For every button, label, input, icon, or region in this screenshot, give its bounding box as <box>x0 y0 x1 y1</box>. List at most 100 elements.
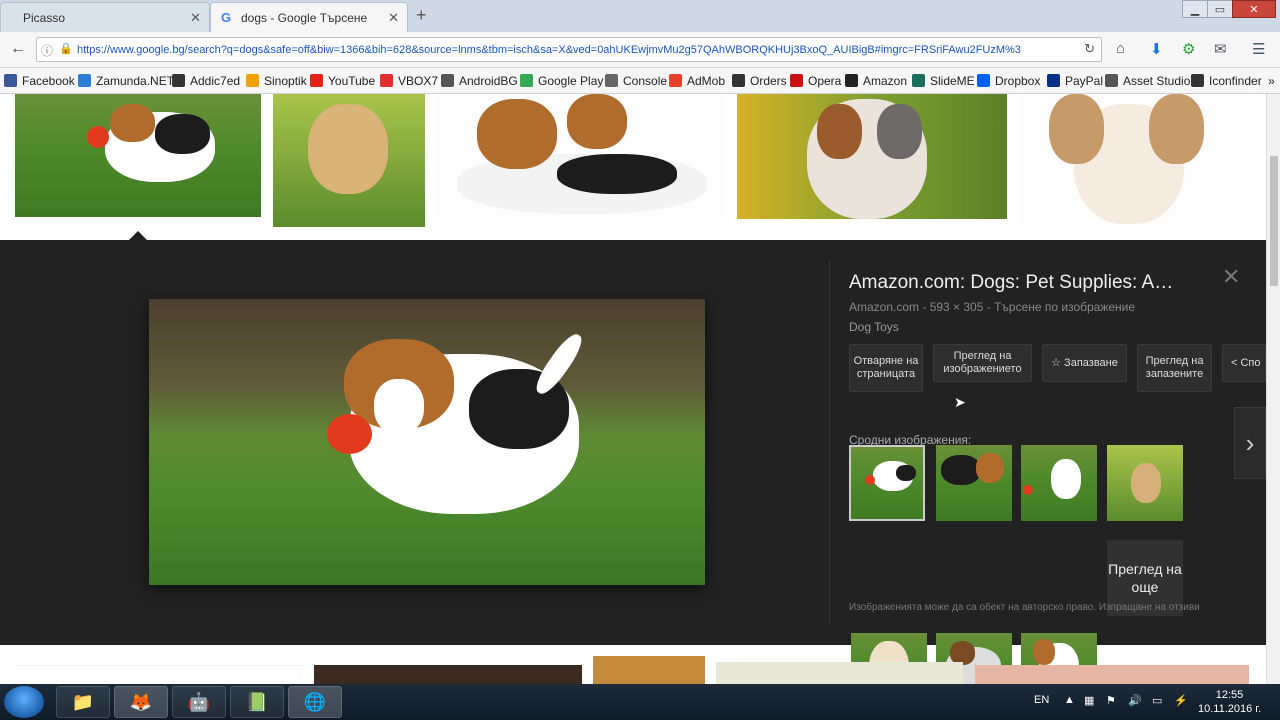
bookmark-9[interactable]: AdMob <box>669 74 725 88</box>
bookmark-label: Facebook <box>22 74 75 88</box>
result-thumbnail[interactable] <box>273 94 425 227</box>
url-input[interactable] <box>77 41 1077 59</box>
bookmark-label: SlideME <box>930 74 975 88</box>
result-thumbnail[interactable] <box>975 665 1249 684</box>
download-icon[interactable]: ⬇ <box>1150 40 1163 58</box>
close-tab-icon[interactable]: ✕ <box>388 10 399 26</box>
bookmark-label: Google Play <box>538 74 604 88</box>
view-saved-button[interactable]: Преглед на запазените <box>1137 344 1212 392</box>
result-thumbnail[interactable] <box>593 656 705 684</box>
result-thumbnail[interactable] <box>15 94 261 217</box>
bookmark-label: AdMob <box>687 74 726 88</box>
notes-app-icon[interactable]: 📗 <box>230 686 284 718</box>
result-thumbnail[interactable] <box>1019 94 1250 227</box>
bookmarks-bar: Facebook Zamunda.NET Addic7ed Sinoptik YouTu… <box>0 68 1280 94</box>
bookmark-label: Opera <box>808 74 842 88</box>
panel-divider <box>829 260 830 625</box>
bookmark-17[interactable]: Iconfinder <box>1191 74 1262 88</box>
warning-lock-icon[interactable]: 🔒 <box>59 42 73 55</box>
bookmark-favicon-icon <box>310 74 323 87</box>
similar-image-thumbnail[interactable] <box>1107 445 1183 521</box>
page-scrollbar[interactable] <box>1266 94 1280 684</box>
bookmark-4[interactable]: YouTube <box>310 74 375 88</box>
bookmark-label: Addic7ed <box>190 74 241 88</box>
view-image-button[interactable]: Преглед на изображението <box>933 344 1032 382</box>
back-icon[interactable]: ← <box>10 40 26 58</box>
show-hidden-icons-icon[interactable]: ▲ <box>1064 694 1075 706</box>
minimize-button[interactable]: ▁ <box>1182 0 1208 18</box>
system-clock[interactable]: 12:55 10.11.2016 г. <box>1198 688 1261 716</box>
chrome-icon[interactable]: 🌐 <box>288 686 342 718</box>
close-tab-icon[interactable]: ✕ <box>190 10 201 26</box>
bookmark-favicon-icon <box>732 74 745 87</box>
flag-icon[interactable]: ⚑ <box>1106 694 1116 707</box>
bookmark-7[interactable]: Google Play <box>520 74 603 88</box>
display-icon[interactable]: ▭ <box>1152 694 1162 707</box>
bookmark-label: Dropbox <box>995 74 1041 88</box>
preview-image[interactable] <box>149 299 705 585</box>
image-preview-panel: ✕ Amazon.com: Dogs: Pet Supplies: A… Ama… <box>0 231 1266 684</box>
bookmark-favicon-icon <box>669 74 682 87</box>
address-bar[interactable]: ⓘ 🔒 ↻ <box>36 37 1102 62</box>
home-icon[interactable]: ⌂ <box>1116 40 1125 57</box>
image-category[interactable]: Dog Toys <box>849 320 899 334</box>
save-button[interactable]: ☆ Запазване <box>1042 344 1127 382</box>
bookmark-16[interactable]: Asset Studio <box>1105 74 1190 88</box>
tab-title: Picasso <box>23 10 66 25</box>
result-thumbnail[interactable] <box>314 665 582 684</box>
result-thumbnail[interactable] <box>716 662 963 684</box>
bookmark-1[interactable]: Zamunda.NET <box>78 74 174 88</box>
new-tab-icon[interactable]: + <box>416 5 427 26</box>
bookmark-15[interactable]: PayPal <box>1047 74 1103 88</box>
result-thumbnail[interactable] <box>437 94 725 220</box>
bookmark-5[interactable]: VBOX7 <box>380 74 438 88</box>
image-title-link[interactable]: Amazon.com: Dogs: Pet Supplies: A… <box>849 272 1209 294</box>
feedback-link[interactable]: Изображенията може да са обект на авторс… <box>849 602 1219 613</box>
bookmark-13[interactable]: SlideME <box>912 74 975 88</box>
bookmark-3[interactable]: Sinoptik <box>246 74 307 88</box>
result-thumbnail[interactable] <box>737 94 1007 219</box>
tab-google-search[interactable]: G dogs - Google Търсене ✕ <box>210 2 408 32</box>
power-icon[interactable]: ⚡ <box>1174 694 1188 707</box>
maximize-button[interactable]: ▭ <box>1207 0 1233 18</box>
similar-image-thumbnail[interactable] <box>936 445 1012 521</box>
similar-image-thumbnail[interactable] <box>1021 445 1097 521</box>
language-indicator[interactable]: EN <box>1034 694 1049 706</box>
tab-picasso[interactable]: Picasso ✕ <box>0 2 210 32</box>
menu-icon[interactable]: ☰ <box>1252 40 1265 58</box>
close-icon[interactable]: ✕ <box>1222 264 1240 290</box>
similar-image-thumbnail[interactable] <box>849 445 925 521</box>
bookmark-2[interactable]: Addic7ed <box>172 74 240 88</box>
bookmark-18[interactable]: » <box>1268 74 1275 88</box>
windows-taskbar: 📁 🦊 🤖 📗 🌐 EN ▲ ▦ ⚑ 🔊 ▭ ⚡ 12:55 10.11.201… <box>0 684 1280 720</box>
clock-time: 12:55 <box>1215 689 1244 701</box>
result-thumbnail[interactable] <box>15 665 303 684</box>
bookmark-label: AndroidBG <box>459 74 518 88</box>
bookmark-0[interactable]: Facebook <box>4 74 75 88</box>
bookmark-label: Iconfinder <box>1209 74 1262 88</box>
bookmark-11[interactable]: Opera <box>790 74 841 88</box>
bookmark-14[interactable]: Dropbox <box>977 74 1040 88</box>
next-image-arrow-icon[interactable]: › <box>1234 407 1266 479</box>
volume-icon[interactable]: 🔊 <box>1128 694 1142 707</box>
start-button[interactable] <box>4 686 44 718</box>
mail-icon[interactable]: ✉ <box>1214 40 1227 58</box>
android-studio-icon[interactable]: 🤖 <box>172 686 226 718</box>
visit-page-button[interactable]: Отваряне на страницата <box>849 344 923 392</box>
extension-icon[interactable]: ⚙ <box>1182 40 1195 58</box>
network-icon[interactable]: ▦ <box>1084 694 1094 707</box>
window-close-button[interactable]: ✕ <box>1232 0 1276 18</box>
share-button[interactable]: < Спо <box>1222 344 1266 382</box>
scrollbar-thumb[interactable] <box>1270 156 1278 286</box>
bookmark-8[interactable]: Console <box>605 74 667 88</box>
file-explorer-icon[interactable]: 📁 <box>56 686 110 718</box>
bookmark-12[interactable]: Amazon <box>845 74 907 88</box>
mouse-cursor-icon: ➤ <box>954 394 966 410</box>
reload-icon[interactable]: ↻ <box>1084 41 1095 57</box>
tab-title: dogs - Google Търсене <box>241 10 368 25</box>
bookmark-favicon-icon <box>845 74 858 87</box>
bookmark-10[interactable]: Orders <box>732 74 787 88</box>
info-icon[interactable]: ⓘ <box>41 42 53 59</box>
bookmark-6[interactable]: AndroidBG <box>441 74 518 88</box>
firefox-icon[interactable]: 🦊 <box>114 686 168 718</box>
